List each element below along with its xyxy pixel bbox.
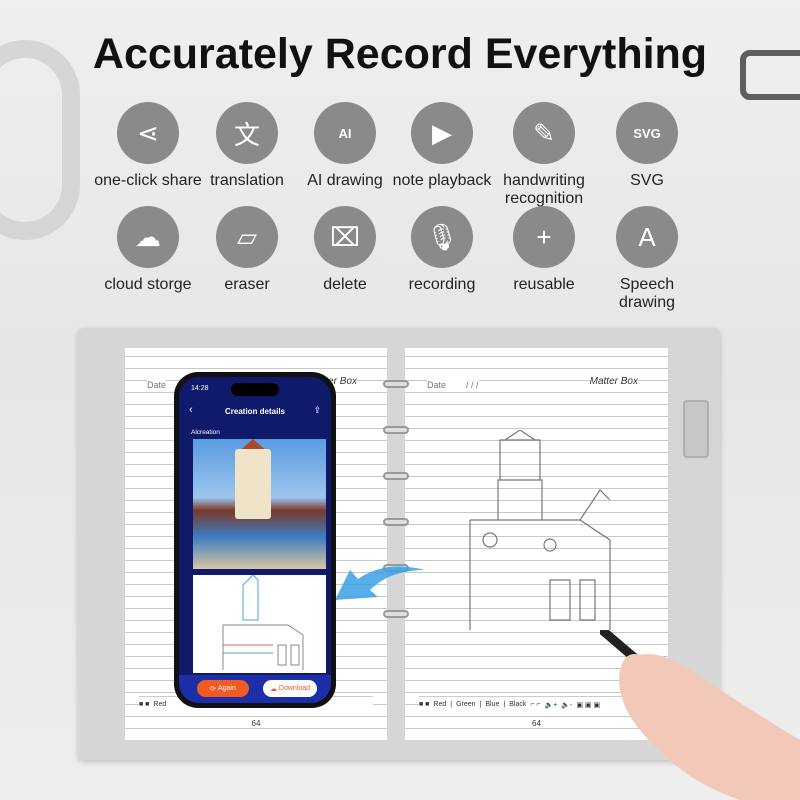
volume-up-icon: 🔈+ [544, 701, 558, 709]
feature-label: handwriting recognition [503, 172, 585, 207]
feature-label: SVG [630, 172, 664, 189]
feature-label: note playback [392, 172, 492, 189]
feature-cloud: ☁ cloud storge [93, 206, 203, 294]
feature-speech-ai: A Speech drawing [592, 206, 702, 312]
download-button[interactable]: ☁ Download [263, 680, 317, 697]
screen-title: Creation details [224, 407, 285, 416]
share-icon: ⋖ [117, 102, 179, 164]
binder-ring [383, 518, 409, 526]
sketch-preview[interactable] [193, 574, 326, 673]
share-icon[interactable]: ⇪ [313, 405, 321, 416]
speech-ai-icon: A [616, 206, 678, 268]
stroke-icon: ⌐ ⌐ [530, 701, 541, 708]
smartphone: 14:28 ‹ Creation details ⇪ Alcreation ⟳ … [174, 372, 336, 708]
app-screen: 14:28 ‹ Creation details ⇪ Alcreation ⟳ … [179, 377, 331, 703]
translate-icon: 文 [216, 102, 278, 164]
binder-ring [383, 380, 409, 388]
ai-chip-icon: AI [314, 102, 376, 164]
cloud-download-icon: ☁ [269, 685, 279, 693]
feature-add-page: + reusable [489, 206, 599, 294]
broom-icon: ⌧ [314, 206, 376, 268]
pen-loop [683, 400, 709, 458]
dynamic-island [231, 383, 279, 396]
color-red: Red [153, 701, 167, 708]
color-black: Black [509, 701, 527, 708]
feature-svg-file: SVG SVG [592, 102, 702, 190]
feature-handwriting: ✎ handwriting recognition [489, 102, 599, 208]
feature-broom: ⌧ delete [290, 206, 400, 294]
color-blue: Blue [485, 701, 500, 708]
again-button[interactable]: ⟳ Again [197, 680, 249, 697]
feature-label: translation [210, 172, 284, 189]
feature-label: one-click share [94, 172, 202, 189]
headline: Accurately Record Everything [92, 30, 708, 78]
color-green: Green [456, 701, 476, 708]
add-page-icon: + [513, 206, 575, 268]
brand-logo: Matter Box [589, 376, 638, 387]
feature-microphone: 🎙 recording [387, 206, 497, 294]
eraser-icon: ▱ [216, 206, 278, 268]
date-label: Date / / / [427, 380, 479, 390]
microphone-icon: 🎙 [411, 206, 473, 268]
svg-file-icon: SVG [616, 102, 678, 164]
feature-eraser: ▱ eraser [192, 206, 302, 294]
cloud-icon: ☁ [117, 206, 179, 268]
section-label: Alcreation [191, 429, 220, 436]
feature-label: delete [323, 276, 367, 293]
handwriting-icon: ✎ [513, 102, 575, 164]
feature-share: ⋖ one-click share [93, 102, 203, 190]
feature-label: AI drawing [307, 172, 383, 189]
feature-label: reusable [513, 276, 575, 293]
action-bar: ⟳ Again ☁ Download [179, 675, 331, 703]
binder-ring [383, 426, 409, 434]
pencil-sketch [469, 430, 611, 630]
refresh-icon: ⟳ [210, 685, 218, 693]
status-time: 14:28 [191, 385, 209, 392]
play-icon: ▶ [411, 102, 473, 164]
page-number: 64 [125, 719, 387, 728]
ai-icon: ▣ ▣ ▣ [576, 701, 601, 709]
feature-label: eraser [224, 276, 270, 293]
color-red: Red [433, 701, 447, 708]
feature-label: cloud storge [104, 276, 192, 293]
feature-translate: 文 translation [192, 102, 302, 190]
date-label: Date [147, 380, 167, 390]
volume-down-icon: 🔈- [561, 701, 573, 709]
binder-ring [383, 472, 409, 480]
ai-generated-image[interactable] [193, 439, 326, 569]
hand-with-pen [600, 630, 800, 800]
feature-ai-chip: AI AI drawing [290, 102, 400, 190]
transfer-arrow-icon [335, 566, 425, 600]
feature-label: Speech drawing [618, 276, 676, 311]
feature-label: recording [408, 276, 476, 293]
feature-play: ▶ note playback [387, 102, 497, 190]
